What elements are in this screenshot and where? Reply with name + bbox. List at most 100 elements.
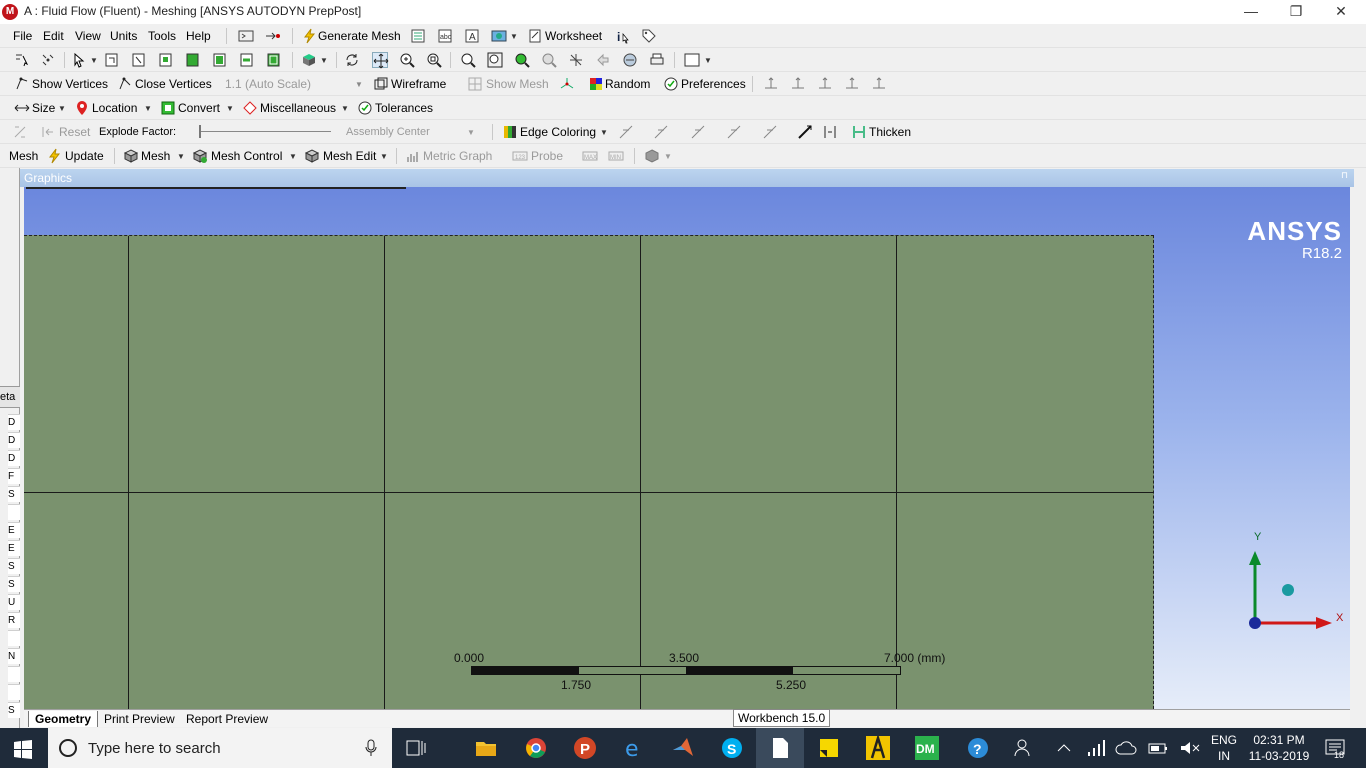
details-row[interactable]	[8, 666, 20, 682]
reset-button[interactable]: Reset	[59, 123, 90, 141]
zoom-grey-icon[interactable]	[541, 52, 557, 68]
axis-triad[interactable]	[1234, 527, 1350, 637]
tab-report-preview[interactable]: Report Preview	[180, 711, 274, 727]
edge-style-1-icon[interactable]	[618, 124, 634, 140]
details-row[interactable]	[8, 684, 20, 700]
language-indicator[interactable]: ENG IN	[1206, 732, 1242, 764]
tab-print-preview[interactable]: Print Preview	[98, 711, 181, 727]
details-row[interactable]: S	[8, 486, 20, 502]
edge-coloring-button[interactable]: Edge Coloring	[520, 123, 596, 141]
metric-graph-icon[interactable]	[405, 148, 421, 164]
text-icon[interactable]: A	[464, 28, 480, 44]
show-mesh-icon[interactable]	[467, 76, 483, 92]
previous-view-icon[interactable]	[595, 52, 611, 68]
edge-style-3-icon[interactable]	[690, 124, 706, 140]
random-colors-icon[interactable]	[588, 76, 604, 92]
details-row[interactable]: N	[8, 648, 20, 664]
network-icon[interactable]	[1084, 736, 1108, 760]
details-row[interactable]: D	[8, 432, 20, 448]
size-icon[interactable]	[14, 100, 30, 116]
preview-icon[interactable]	[410, 28, 426, 44]
details-row[interactable]: S	[8, 702, 20, 718]
worksheet-button[interactable]: Worksheet	[545, 27, 602, 45]
wireframe-button[interactable]: Wireframe	[391, 75, 446, 93]
show-mesh-button[interactable]: Show Mesh	[486, 75, 549, 93]
thicken-button[interactable]: Thicken	[869, 123, 911, 141]
show-vertices-icon[interactable]	[14, 76, 30, 92]
menu-help[interactable]: Help	[186, 27, 211, 45]
menu-file[interactable]: File	[13, 27, 32, 45]
designmodeler-icon[interactable]: DM	[915, 736, 939, 760]
convert-button[interactable]: Convert	[178, 99, 220, 117]
details-row[interactable]: R	[8, 612, 20, 628]
tab-geometry[interactable]: Geometry	[28, 711, 99, 727]
location-button[interactable]: Location	[92, 99, 137, 117]
command-prompt-icon[interactable]	[238, 28, 254, 44]
task-view-icon[interactable]	[404, 736, 428, 760]
menu-edit[interactable]: Edit	[43, 27, 64, 45]
edge-style-4-icon[interactable]	[726, 124, 742, 140]
generate-mesh-button[interactable]: Generate Mesh	[318, 27, 401, 45]
mesh-control-icon[interactable]	[192, 148, 208, 164]
menu-view[interactable]: View	[75, 27, 101, 45]
lightning-icon[interactable]	[302, 28, 318, 44]
restore-button[interactable]: ❐	[1273, 0, 1319, 24]
edge-browser-icon[interactable]: e	[622, 736, 646, 760]
edge-direction-3-icon[interactable]	[817, 76, 833, 92]
mesh-edit-button[interactable]: Mesh Edit	[323, 147, 376, 165]
volume-muted-icon[interactable]	[1178, 736, 1202, 760]
edge-direction-5-icon[interactable]	[871, 76, 887, 92]
pan-icon[interactable]	[372, 52, 389, 69]
edge-direction-2-icon[interactable]	[790, 76, 806, 92]
next-view-icon[interactable]	[622, 52, 638, 68]
max-icon[interactable]: MAX	[582, 148, 598, 164]
geometry-body[interactable]: 0.000 3.500 7.000 (mm) 1.750 5.250	[24, 235, 1154, 709]
zoom-box-icon[interactable]	[487, 52, 503, 68]
select-face-icon[interactable]	[158, 52, 174, 68]
printer-icon[interactable]	[649, 52, 665, 68]
tolerances-button[interactable]: Tolerances	[375, 99, 433, 117]
display-mode-icon[interactable]	[301, 52, 317, 68]
edge-direction-1-icon[interactable]	[763, 76, 779, 92]
min-icon[interactable]: MIN	[608, 148, 624, 164]
update-lightning-icon[interactable]	[47, 148, 63, 164]
cloud-sync-icon[interactable]	[1114, 736, 1138, 760]
thicken-icon[interactable]	[851, 124, 867, 140]
edge-direction-4-icon[interactable]	[844, 76, 860, 92]
edge-style-5-icon[interactable]	[762, 124, 778, 140]
chrome-icon[interactable]	[524, 736, 548, 760]
battery-icon[interactable]	[1146, 736, 1170, 760]
zoom-icon[interactable]	[399, 52, 415, 68]
edge-style-2-icon[interactable]	[653, 124, 669, 140]
size-button[interactable]: Size	[32, 99, 55, 117]
details-row[interactable]: E	[8, 522, 20, 538]
people-icon[interactable]	[1012, 736, 1036, 760]
explode-icon[interactable]	[12, 124, 28, 140]
probe-icon[interactable]: 123	[512, 148, 528, 164]
wireframe-icon[interactable]	[373, 76, 389, 92]
details-row[interactable]	[8, 504, 20, 520]
blank-document-icon[interactable]	[768, 736, 792, 760]
windows-start-icon[interactable]	[13, 739, 33, 759]
clock[interactable]: 02:31 PM 11-03-2019	[1244, 732, 1314, 764]
file-explorer-icon[interactable]	[474, 736, 498, 760]
chevron-up-icon[interactable]	[1052, 736, 1076, 760]
minimize-button[interactable]: —	[1228, 0, 1274, 24]
select-all-icon[interactable]	[266, 52, 282, 68]
axes-icon[interactable]	[559, 76, 575, 92]
details-row[interactable]: F	[8, 468, 20, 484]
preferences-icon[interactable]	[663, 76, 679, 92]
split-icon[interactable]	[265, 28, 281, 44]
powerpoint-icon[interactable]: P	[573, 736, 597, 760]
viewport-layout-icon[interactable]	[684, 52, 700, 68]
close-button[interactable]: ✕	[1318, 0, 1364, 24]
worksheet-icon[interactable]	[527, 28, 543, 44]
details-row[interactable]: E	[8, 540, 20, 556]
taskbar-search[interactable]: Type here to search	[48, 728, 392, 768]
close-vertices-icon[interactable]	[117, 76, 133, 92]
edge-coloring-icon[interactable]	[502, 124, 518, 140]
update-button[interactable]: Update	[65, 147, 104, 165]
details-row[interactable]: U	[8, 594, 20, 610]
close-vertices-button[interactable]: Close Vertices	[135, 75, 212, 93]
details-row[interactable]: D	[8, 414, 20, 430]
